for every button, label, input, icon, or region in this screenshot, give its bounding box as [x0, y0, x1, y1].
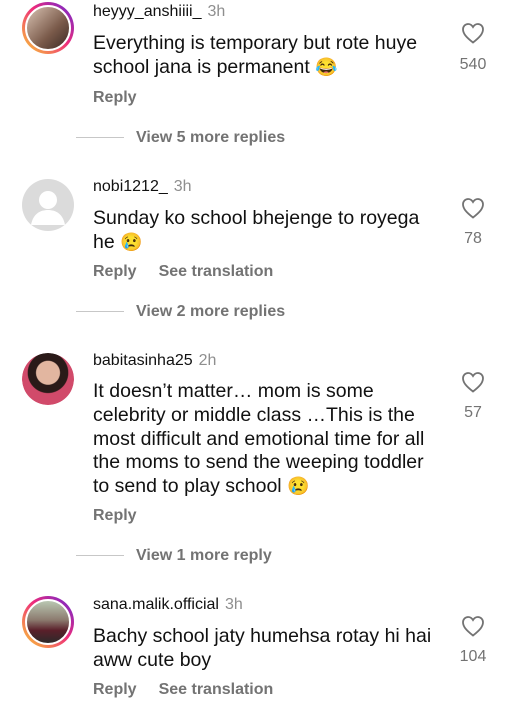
see-translation-button[interactable]: See translation — [159, 263, 274, 280]
view-replies-label: View 1 more reply — [136, 547, 272, 564]
comment-text: Bachy school jaty humehsa rotay hi hai a… — [93, 625, 433, 673]
reply-button[interactable]: Reply — [93, 89, 137, 106]
avatar[interactable] — [22, 2, 74, 54]
heart-outline-icon — [462, 198, 484, 219]
replies-divider — [76, 555, 124, 557]
like-button[interactable] — [458, 371, 488, 393]
default-avatar-icon — [31, 191, 65, 225]
like-count: 540 — [459, 56, 487, 73]
avatar-photo — [25, 5, 71, 51]
comment-time: 3h — [224, 596, 243, 613]
like-count: 104 — [459, 648, 487, 665]
like-button[interactable] — [458, 197, 488, 219]
replies-divider — [76, 137, 124, 139]
comment-text: It doesn’t matter… mom is some celebrity… — [93, 380, 433, 499]
comment-actions: Reply See translation — [93, 681, 295, 699]
view-replies-button[interactable]: View 2 more replies — [76, 303, 285, 321]
comment-body: It doesn’t matter… mom is some celebrity… — [93, 380, 425, 498]
username-link[interactable]: nobi1212_ — [93, 178, 168, 195]
comment-time: 3h — [207, 3, 226, 20]
avatar[interactable] — [22, 596, 74, 648]
comment-actions: Reply — [93, 89, 159, 107]
username-link[interactable]: babitasinha25 — [93, 352, 193, 369]
reply-button[interactable]: Reply — [93, 681, 137, 698]
crying-emoji: 😢 — [120, 231, 143, 252]
comment-username[interactable]: nobi1212_ 3h — [93, 178, 192, 196]
avatar-photo — [25, 599, 71, 645]
comment-body: Bachy school jaty humehsa rotay hi hai a… — [93, 625, 432, 671]
comment-username[interactable]: sana.malik.official 3h — [93, 596, 243, 614]
reply-button[interactable]: Reply — [93, 263, 137, 280]
replies-divider — [76, 311, 124, 313]
heart-outline-icon — [462, 23, 484, 44]
like-count: 78 — [464, 230, 482, 247]
view-replies-button[interactable]: View 1 more reply — [76, 547, 272, 565]
avatar-photo — [22, 353, 74, 405]
laughing-emoji: 😂 — [315, 56, 338, 77]
comment-time: 3h — [173, 178, 192, 195]
comment-actions: Reply — [93, 507, 159, 525]
avatar[interactable] — [22, 353, 74, 405]
comment-actions: Reply See translation — [93, 263, 295, 281]
heart-outline-icon — [462, 616, 484, 637]
like-button[interactable] — [458, 615, 488, 637]
reply-button[interactable]: Reply — [93, 507, 137, 524]
comment-username[interactable]: heyyy_anshiiii_ 3h — [93, 3, 225, 21]
view-replies-button[interactable]: View 5 more replies — [76, 129, 285, 147]
username-link[interactable]: sana.malik.official — [93, 596, 219, 613]
comment-body: Everything is temporary but rote huye sc… — [93, 32, 418, 78]
like-button[interactable] — [458, 22, 488, 44]
username-link[interactable]: heyyy_anshiiii_ — [93, 3, 202, 20]
view-replies-label: View 5 more replies — [136, 129, 286, 146]
like-count: 57 — [464, 404, 482, 421]
avatar[interactable] — [22, 179, 74, 231]
see-translation-button[interactable]: See translation — [159, 681, 274, 698]
comment-text: Everything is temporary but rote huye sc… — [93, 32, 433, 80]
crying-emoji: 😢 — [287, 476, 310, 497]
comment-text: Sunday ko school bhejenge to royega he 😢 — [93, 207, 433, 255]
view-replies-label: View 2 more replies — [136, 303, 286, 320]
comment-username[interactable]: babitasinha25 2h — [93, 352, 216, 370]
heart-outline-icon — [462, 372, 484, 393]
comment-time: 2h — [198, 352, 217, 369]
